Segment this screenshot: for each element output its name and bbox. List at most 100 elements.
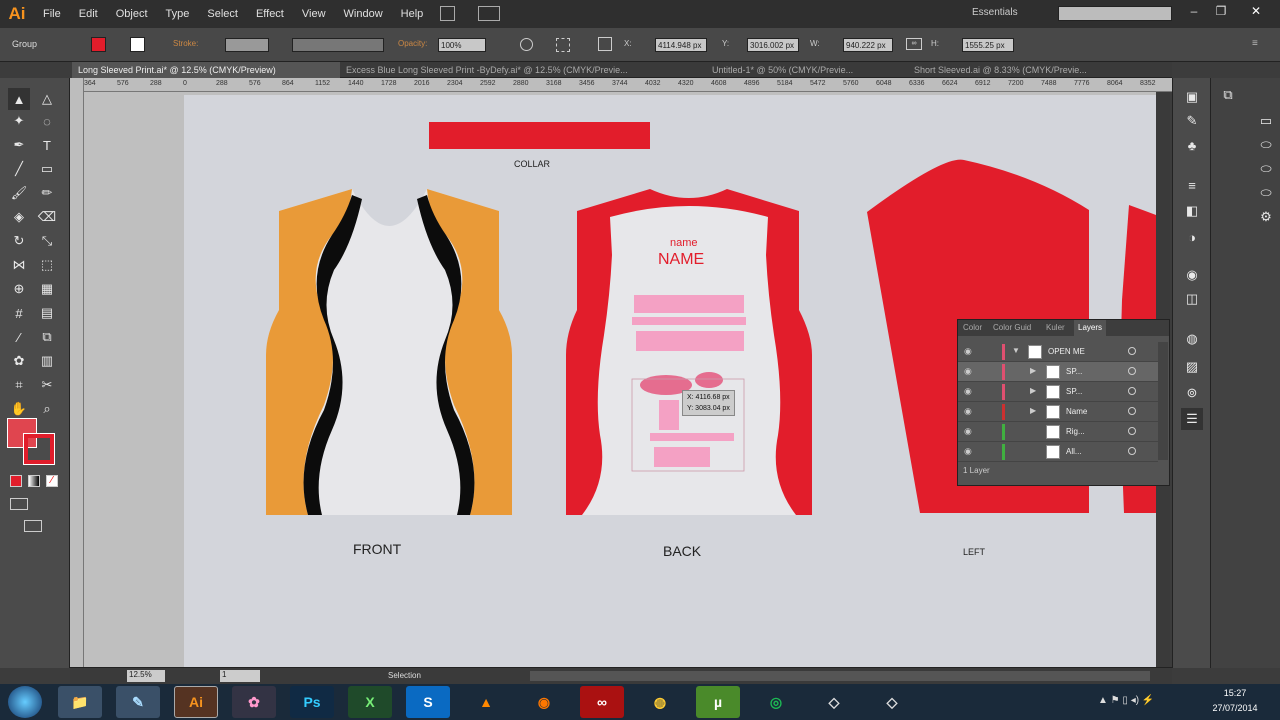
stroke-swatch[interactable] [130, 37, 145, 52]
tab-excess-blue[interactable]: Excess Blue Long Sleeved Print -ByDefy.a… [340, 62, 698, 78]
artboards-panel-icon[interactable]: ⧉ [1217, 84, 1239, 106]
dock-icon-5[interactable]: ⚙ [1255, 206, 1277, 228]
dock-icon-3[interactable]: ⬭ [1255, 158, 1277, 180]
mesh-tool-icon[interactable]: # [8, 302, 30, 324]
visibility-eye-icon[interactable]: ◉ [964, 366, 972, 377]
visibility-eye-icon[interactable]: ◉ [964, 446, 972, 457]
taskbar-app-icon-2[interactable]: ◇ [870, 686, 914, 718]
stroke-weight-field[interactable] [225, 38, 269, 52]
taskbar-chrome-icon[interactable]: ◍ [638, 686, 682, 718]
taskbar-paint-icon[interactable]: ✿ [232, 686, 276, 718]
target-icon[interactable] [1128, 447, 1136, 455]
menu-type[interactable]: Type [157, 8, 199, 20]
panel-tab-color-guide[interactable]: Color Guid [993, 323, 1031, 332]
tab-untitled[interactable]: Untitled-1* @ 50% (CMYK/Previe... [706, 62, 906, 78]
graphic-styles-icon[interactable]: ◫ [1181, 288, 1203, 310]
taskbar-app-icon-1[interactable]: ◇ [812, 686, 856, 718]
gradient-tool-icon[interactable]: ▤ [36, 302, 58, 324]
color-mode-icon[interactable] [10, 475, 22, 487]
none-mode-icon[interactable]: ⁄ [46, 475, 58, 487]
stroke-panel-icon[interactable]: ≡ [1181, 174, 1203, 196]
layer-name[interactable]: SP... [1066, 387, 1082, 396]
fill-swatch[interactable] [91, 37, 106, 52]
color-panel-icon[interactable]: ◍ [1181, 328, 1203, 350]
w-field[interactable]: 940.222 px [843, 38, 893, 52]
link-icon[interactable]: ∞ [906, 38, 922, 50]
line-tool-icon[interactable]: ╱ [8, 158, 30, 180]
clock-time[interactable]: 15:27 [1200, 688, 1270, 698]
arrange-documents-icon[interactable] [478, 6, 500, 21]
minimize-icon[interactable]: – [1183, 4, 1205, 18]
tab-long-sleeved-print[interactable]: Long Sleeved Print.ai* @ 12.5% (CMYK/Pre… [72, 62, 340, 78]
clock-date[interactable]: 27/07/2014 [1200, 703, 1270, 713]
taskbar-illustrator-icon[interactable]: Ai [174, 686, 218, 718]
restore-icon[interactable]: ❐ [1210, 4, 1232, 18]
layer-name[interactable]: Rig... [1066, 427, 1085, 436]
layer-row[interactable]: ◉ All... [958, 442, 1158, 462]
pencil-tool-icon[interactable]: ✏ [36, 182, 58, 204]
blob-brush-tool-icon[interactable]: ◈ [8, 206, 30, 228]
panel-tab-kuler[interactable]: Kuler [1046, 323, 1065, 332]
horizontal-scrollbar[interactable] [530, 671, 1150, 681]
layer-row[interactable]: ◉ ▶ SP... [958, 362, 1158, 382]
symbol-sprayer-tool-icon[interactable]: ✿ [8, 350, 30, 372]
eraser-tool-icon[interactable]: ⌫ [36, 206, 58, 228]
collar-shape[interactable] [429, 122, 650, 149]
taskbar-photoshop-icon[interactable]: Ps [290, 686, 334, 718]
taskbar-vlc-icon[interactable]: ▲ [464, 686, 508, 718]
lasso-tool-icon[interactable]: ◌ [36, 110, 58, 132]
zoom-field[interactable]: 12.5% [127, 670, 165, 682]
layer-row[interactable]: ◉ Rig... [958, 422, 1158, 442]
selection-tool-icon[interactable]: ▲ [8, 88, 30, 110]
menu-file[interactable]: File [34, 8, 70, 20]
pen-tool-icon[interactable]: ✒ [8, 134, 30, 156]
dock-icon-2[interactable]: ⬭ [1255, 134, 1277, 156]
symbols-icon[interactable]: ♣ [1181, 134, 1203, 156]
shape-builder-tool-icon[interactable]: ⊕ [8, 278, 30, 300]
visibility-eye-icon[interactable]: ◉ [964, 346, 972, 357]
taskbar-spotify-icon[interactable]: ◎ [754, 686, 798, 718]
expand-arrow-icon[interactable]: ▶ [1030, 366, 1036, 375]
gradient-panel-icon[interactable]: ◧ [1181, 200, 1203, 222]
dock-icon-4[interactable]: ⬭ [1255, 182, 1277, 204]
y-field[interactable]: 3016.002 px [747, 38, 799, 52]
taskbar-notepad-icon[interactable]: ✎ [116, 686, 160, 718]
taskbar-excel-icon[interactable]: X [348, 686, 392, 718]
taskbar-skype-icon[interactable]: S [406, 686, 450, 718]
gradient-mode-icon[interactable] [28, 475, 40, 487]
draw-mode-icon[interactable] [10, 498, 28, 510]
layers-panel-icon[interactable]: ☰ [1181, 408, 1203, 430]
align-icon[interactable] [556, 38, 570, 52]
panel-tab-color[interactable]: Color [963, 323, 982, 332]
menu-select[interactable]: Select [198, 8, 247, 20]
expand-arrow-icon[interactable]: ▼ [1012, 346, 1020, 355]
column-graph-tool-icon[interactable]: ▥ [36, 350, 58, 372]
layer-name[interactable]: OPEN ME [1048, 347, 1085, 356]
tab-short-sleeved[interactable]: Short Sleeved.ai @ 8.33% (CMYK/Previe... [908, 62, 1118, 78]
expand-arrow-icon[interactable]: ▶ [1030, 406, 1036, 415]
target-icon[interactable] [1128, 347, 1136, 355]
taskbar-firefox-icon[interactable]: ◉ [522, 686, 566, 718]
menu-effect[interactable]: Effect [247, 8, 293, 20]
type-tool-icon[interactable]: T [36, 134, 58, 156]
magic-wand-tool-icon[interactable]: ✦ [8, 110, 30, 132]
visibility-eye-icon[interactable]: ◉ [964, 406, 972, 417]
eyedropper-tool-icon[interactable]: ⁄ [8, 326, 30, 348]
transparency-icon[interactable]: ◑ [1181, 226, 1203, 248]
hand-tool-icon[interactable]: ✋ [8, 398, 30, 420]
layer-name[interactable]: SP... [1066, 367, 1082, 376]
visibility-eye-icon[interactable]: ◉ [964, 426, 972, 437]
recolor-icon[interactable] [520, 38, 533, 51]
bridge-icon[interactable] [440, 6, 455, 21]
navigator-icon[interactable]: ⊚ [1181, 382, 1203, 404]
target-icon[interactable] [1128, 367, 1136, 375]
close-icon[interactable]: ✕ [1245, 4, 1267, 18]
blend-tool-icon[interactable]: ⧉ [36, 326, 58, 348]
x-field[interactable]: 4114.948 px [655, 38, 707, 52]
swatches-icon[interactable]: ▨ [1181, 356, 1203, 378]
menu-view[interactable]: View [293, 8, 335, 20]
taskbar-utorrent-icon[interactable]: µ [696, 686, 740, 718]
menu-help[interactable]: Help [392, 8, 433, 20]
rotate-tool-icon[interactable]: ↻ [8, 230, 30, 252]
target-icon[interactable] [1128, 407, 1136, 415]
